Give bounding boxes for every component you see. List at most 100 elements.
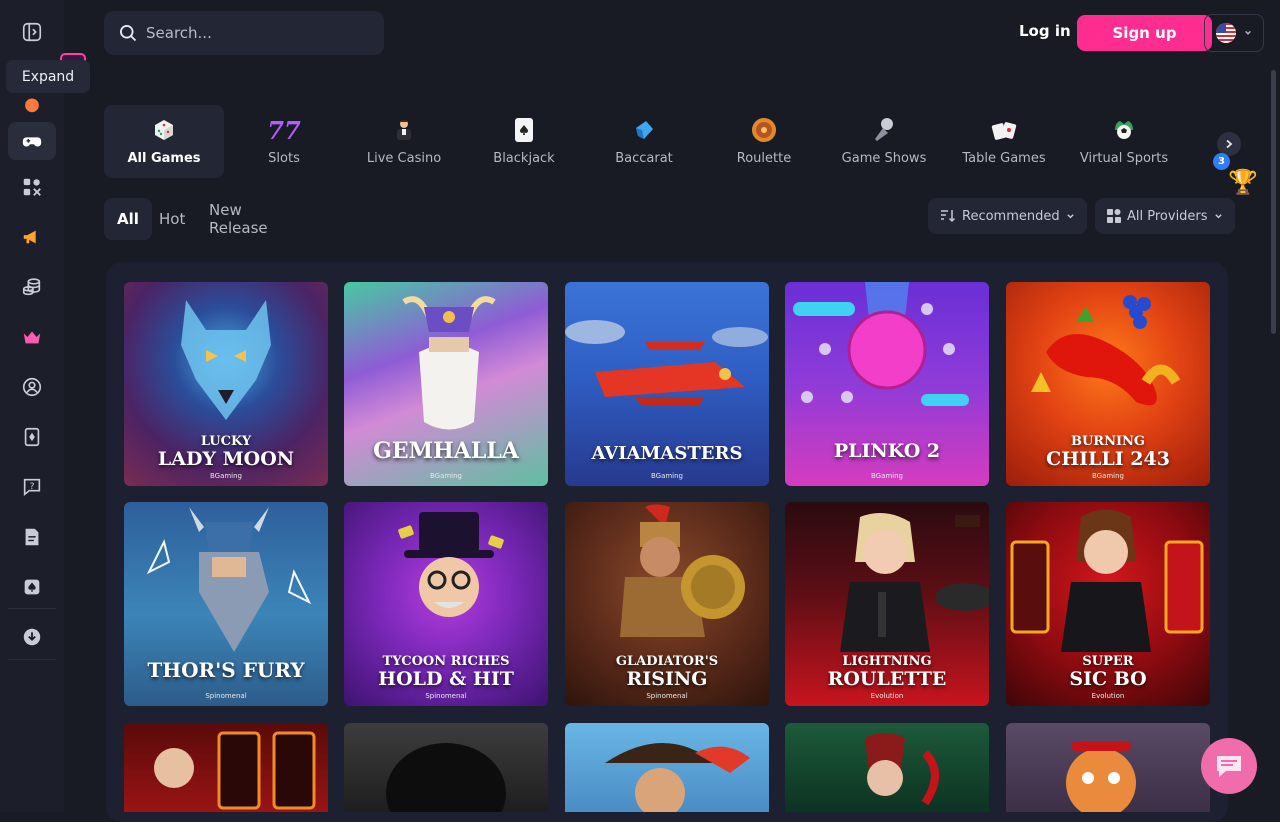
sidebar-item-vip[interactable] — [8, 318, 56, 356]
flag-us-icon — [1216, 23, 1236, 43]
category-label: Blackjack — [493, 151, 555, 166]
sidebar: ♛ Expand ● ? — [0, 0, 90, 812]
game-thumbnail — [1006, 723, 1210, 812]
sidebar-item-document[interactable] — [8, 518, 56, 556]
game-card[interactable]: AVIAMASTERS BGaming — [565, 282, 769, 486]
sidebar-item-poker[interactable] — [8, 568, 56, 606]
language-selector[interactable] — [1204, 14, 1264, 52]
category-label: Virtual Sports — [1079, 151, 1169, 166]
table-cards-icon — [991, 117, 1017, 143]
game-card[interactable] — [565, 723, 769, 812]
category-slots[interactable]: 77 Slots — [224, 105, 344, 178]
game-provider: BGaming — [650, 472, 684, 480]
category-label: Game Shows — [841, 151, 927, 166]
sidebar-item-cards[interactable] — [8, 418, 56, 456]
game-provider: BGaming — [870, 472, 904, 480]
category-label: Baccarat — [615, 151, 673, 166]
category-virtual-sports[interactable]: Virtual Sports — [1064, 105, 1184, 178]
game-title-line1: BURNING — [1070, 434, 1146, 449]
football-icon — [1111, 117, 1137, 143]
svg-text:?: ? — [30, 481, 35, 492]
game-card[interactable]: GEMHALLA BGaming — [344, 282, 548, 486]
sidebar-item-games[interactable] — [8, 122, 56, 160]
game-card[interactable]: LIGHTNING ROULETTE Evolution — [785, 502, 989, 706]
category-baccarat[interactable]: Baccarat — [584, 105, 704, 178]
game-title-line2: CHILLI 243 — [1046, 448, 1170, 470]
category-all-games[interactable]: All Games — [104, 105, 224, 178]
game-card[interactable]: PLINKO 2 BGaming — [785, 282, 989, 486]
providers-icon — [1107, 209, 1121, 223]
sidebar-item-coins[interactable] — [8, 268, 56, 306]
search-icon — [120, 25, 137, 42]
login-button[interactable]: Log in — [1019, 22, 1071, 40]
game-title-line2: HOLD & HIT — [378, 668, 514, 690]
game-card[interactable] — [1006, 723, 1210, 812]
chevron-down-icon — [1066, 213, 1074, 218]
tab-new-release[interactable]: New Release — [196, 198, 281, 240]
tab-all[interactable]: All — [104, 198, 152, 240]
category-label: Table Games — [962, 151, 1046, 166]
card-icon — [511, 117, 537, 143]
megaphone-icon — [23, 230, 36, 244]
trophy-icon[interactable]: 🏆 — [1228, 168, 1258, 196]
game-card[interactable]: THOR'S FURY Spinomenal — [124, 502, 328, 706]
category-table-games[interactable]: Table Games — [944, 105, 1064, 178]
signup-button[interactable]: Sign up — [1077, 15, 1212, 51]
category-roulette[interactable]: Roulette — [704, 105, 824, 178]
expand-sidebar-icon — [22, 22, 42, 42]
sidebar-item-help[interactable]: ? — [8, 468, 56, 506]
game-provider: BGaming — [429, 472, 463, 480]
tab-hot[interactable]: Hot — [146, 198, 198, 240]
sidebar-item-profile[interactable] — [8, 368, 56, 406]
game-card[interactable] — [124, 723, 328, 812]
game-card[interactable]: SUPER SIC BO Evolution — [1006, 502, 1210, 706]
category-label: Slots — [268, 151, 300, 166]
sort-label: Recommended — [962, 208, 1060, 224]
chat-button[interactable] — [1201, 738, 1257, 794]
game-thumbnail — [565, 723, 769, 812]
search-box[interactable] — [104, 11, 384, 55]
game-title: PLINKO 2 — [833, 440, 941, 462]
game-card[interactable] — [785, 723, 989, 812]
sidebar-item-categories[interactable] — [8, 168, 56, 206]
game-card[interactable]: GLADIATOR'S RISING Spinomenal — [565, 502, 769, 706]
game-card[interactable]: LUCKY LADY MOON BGaming — [124, 282, 328, 486]
roulette-icon — [751, 117, 777, 143]
game-thumbnail — [785, 723, 989, 812]
scrollbar[interactable] — [1271, 70, 1276, 334]
cards-icon — [24, 427, 40, 447]
game-provider: Spinomenal — [425, 692, 467, 700]
game-title: GEMHALLA — [373, 438, 519, 464]
dice-icon — [151, 117, 177, 143]
sidebar-item-promo[interactable]: ● — [8, 85, 56, 123]
game-card[interactable] — [344, 723, 548, 812]
chevron-right-icon — [1226, 139, 1233, 149]
sidebar-divider — [8, 608, 56, 609]
category-blackjack[interactable]: Blackjack — [464, 105, 584, 178]
game-thumbnail — [344, 723, 548, 812]
sort-icon — [941, 210, 956, 223]
game-title-line2: LADY MOON — [157, 448, 295, 470]
game-card[interactable]: BURNING CHILLI 243 BGaming — [1006, 282, 1210, 486]
providers-dropdown[interactable]: All Providers — [1095, 198, 1235, 234]
category-game-shows[interactable]: Game Shows — [824, 105, 944, 178]
game-title-line2: RISING — [626, 668, 708, 690]
chevron-down-icon — [1245, 30, 1251, 35]
sidebar-item-promotions[interactable] — [8, 218, 56, 256]
user-settings-icon — [22, 377, 42, 397]
help-icon: ? — [23, 478, 41, 497]
search-input[interactable] — [146, 24, 366, 42]
game-provider: Evolution — [1091, 692, 1125, 700]
expand-sidebar-button[interactable] — [8, 13, 56, 51]
sidebar-item-download[interactable] — [8, 618, 56, 656]
game-thumbnail — [124, 723, 328, 812]
category-live-casino[interactable]: Live Casino — [344, 105, 464, 178]
spade-icon — [24, 579, 40, 595]
game-card[interactable]: TYCOON RICHES HOLD & HIT Spinomenal — [344, 502, 548, 706]
game-title: AVIAMASTERS — [591, 443, 743, 464]
game-title-line1: SUPER — [1082, 654, 1134, 669]
sort-dropdown[interactable]: Recommended — [928, 198, 1087, 234]
promo-wheel-icon: ● — [24, 93, 40, 115]
seven-icon: 77 — [267, 115, 301, 145]
game-provider: Evolution — [870, 692, 904, 700]
